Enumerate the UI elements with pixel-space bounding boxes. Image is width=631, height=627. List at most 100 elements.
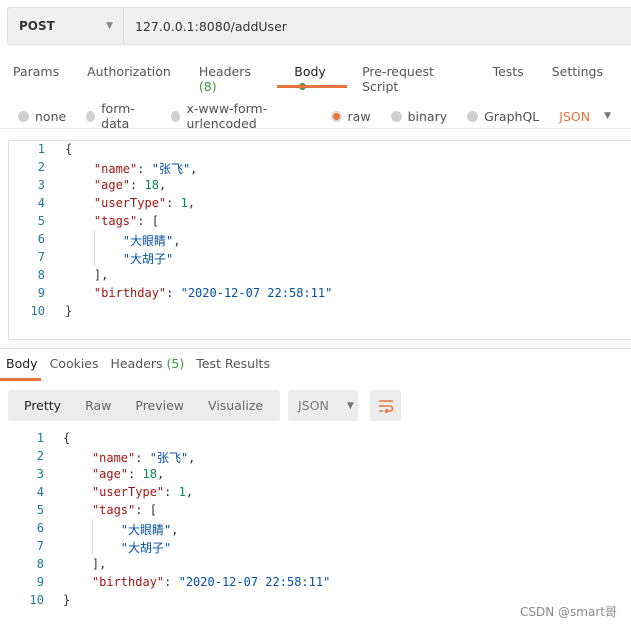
code-token: "张飞": [151, 162, 191, 176]
code-token: ,: [158, 178, 167, 192]
tab-label: Pre-request Script: [362, 64, 434, 94]
radio-binary[interactable]: binary: [390, 108, 448, 124]
code-token: :: [137, 162, 152, 176]
radio-form-data[interactable]: form-data: [86, 101, 151, 131]
code-line: ],: [65, 268, 108, 282]
radio-raw[interactable]: raw: [330, 108, 371, 124]
tab-label: Body: [6, 356, 38, 371]
radio-none[interactable]: none: [18, 109, 66, 124]
tab-label: Body: [294, 64, 326, 79]
code-token: 18: [144, 178, 159, 192]
code-token: "张飞": [149, 451, 189, 465]
code-line: "birthday": "2020-12-07 22:58:11": [63, 575, 330, 589]
response-format-select[interactable]: JSON ▼: [288, 390, 358, 421]
code-token: "name": [91, 451, 136, 465]
wrap-lines-button[interactable]: [370, 390, 401, 421]
tab-label: Tests: [492, 64, 524, 79]
request-tabs: Params Authorization Headers (8) Body Pre-re…: [13, 64, 631, 94]
line-number: 2: [36, 449, 44, 463]
tab-label: Cookies: [49, 356, 99, 371]
code-token: "userType": [91, 485, 165, 499]
code-token: ,: [156, 467, 165, 481]
indent-guide: [94, 230, 95, 266]
code-line: "大眼睛",: [65, 232, 181, 249]
code-token: :: [135, 451, 150, 465]
tab-label: Settings: [551, 64, 603, 79]
tab-params[interactable]: Params: [13, 64, 59, 86]
response-body-viewer: 1{2 "name": "张飞", 3 "age": 18, 4 "userType…: [8, 430, 628, 610]
radio-label: none: [35, 108, 67, 124]
tab-authorization[interactable]: Authorization: [87, 64, 171, 86]
active-tab-indicator: [277, 85, 347, 88]
divider: [0, 348, 631, 349]
code-token: "birthday": [91, 575, 165, 589]
line-number: 3: [37, 178, 45, 192]
body-format-label: JSON: [559, 108, 591, 124]
code-token: ,: [188, 451, 196, 465]
code-token: }: [63, 593, 71, 607]
url-input[interactable]: 127.0.0.1:8080/addUser: [135, 8, 287, 44]
line-number: 3: [36, 467, 44, 481]
response-format-label: JSON: [298, 398, 329, 413]
code-line: "userType": 1,: [63, 485, 193, 499]
code-line: "birthday": "2020-12-07 22:58:11": [65, 286, 332, 300]
code-line: {: [65, 142, 72, 156]
response-tabs: Body Cookies Headers (5) Test Results: [6, 356, 282, 371]
line-number: 1: [36, 431, 44, 445]
code-line: "大眼睛",: [63, 521, 179, 538]
request-body-editor[interactable]: 1{2 "name": "张飞", 3 "age": 18, 4 "userType…: [8, 140, 631, 340]
active-tab-indicator: [0, 378, 41, 381]
view-mode-raw[interactable]: Raw: [85, 398, 111, 413]
response-tab-body[interactable]: Body: [6, 356, 38, 371]
tab-body[interactable]: Body: [294, 64, 334, 90]
chevron-down-icon: ▼: [346, 400, 354, 411]
tab-label: Headers: [198, 64, 251, 79]
code-token: :: [130, 178, 145, 192]
tab-label: Authorization: [87, 64, 171, 79]
code-token: : [: [137, 214, 159, 228]
line-number: 6: [36, 521, 44, 535]
tab-settings[interactable]: Settings: [552, 64, 603, 86]
tab-headers[interactable]: Headers (8): [198, 64, 266, 94]
response-tab-headers[interactable]: Headers (5): [111, 356, 185, 371]
code-token: 18: [142, 467, 157, 481]
code-line: "age": 18,: [63, 467, 164, 481]
code-token: "大眼睛": [120, 523, 172, 537]
view-mode-pretty[interactable]: Pretty: [24, 398, 61, 413]
tab-tests[interactable]: Tests: [493, 64, 524, 86]
code-token: "userType": [93, 196, 167, 210]
code-token: ],: [65, 268, 109, 282]
chevron-down-icon: ▼: [604, 111, 611, 121]
code-token: "大眼睛": [122, 234, 174, 248]
line-number: 7: [36, 539, 44, 553]
radio-label: form-data: [101, 101, 135, 131]
method-select[interactable]: POST ▼: [8, 8, 124, 44]
radio-x-www-form-urlencoded[interactable]: x-www-form-urlencoded: [171, 101, 310, 131]
radio-circle-icon: [467, 110, 479, 122]
code-token: "大胡子": [120, 541, 172, 555]
view-mode-visualize[interactable]: Visualize: [208, 398, 263, 413]
response-tab-cookies[interactable]: Cookies: [50, 356, 99, 371]
code-line: }: [63, 593, 70, 607]
code-line: "tags": [: [65, 214, 159, 228]
code-line: "name": "张飞",: [65, 160, 198, 177]
tab-pre-request-script[interactable]: Pre-request Script: [362, 64, 465, 94]
body-format-select[interactable]: JSON ▼: [559, 109, 611, 124]
response-tab-test-results[interactable]: Test Results: [196, 356, 270, 371]
radio-GraphQL[interactable]: GraphQL: [467, 109, 539, 124]
code-line: }: [65, 304, 72, 318]
code-token: "age": [93, 178, 131, 192]
code-token: "birthday": [93, 286, 167, 300]
code-token: {: [65, 142, 73, 156]
radio-circle-icon: [330, 110, 342, 122]
wrap-lines-icon: [378, 399, 393, 413]
line-number: 5: [36, 503, 44, 517]
radio-label: binary: [407, 108, 448, 124]
radio-label: raw: [347, 108, 371, 124]
line-number: 6: [37, 232, 45, 246]
code-line: "name": "张飞",: [63, 449, 196, 466]
view-mode-preview[interactable]: Preview: [135, 398, 184, 413]
